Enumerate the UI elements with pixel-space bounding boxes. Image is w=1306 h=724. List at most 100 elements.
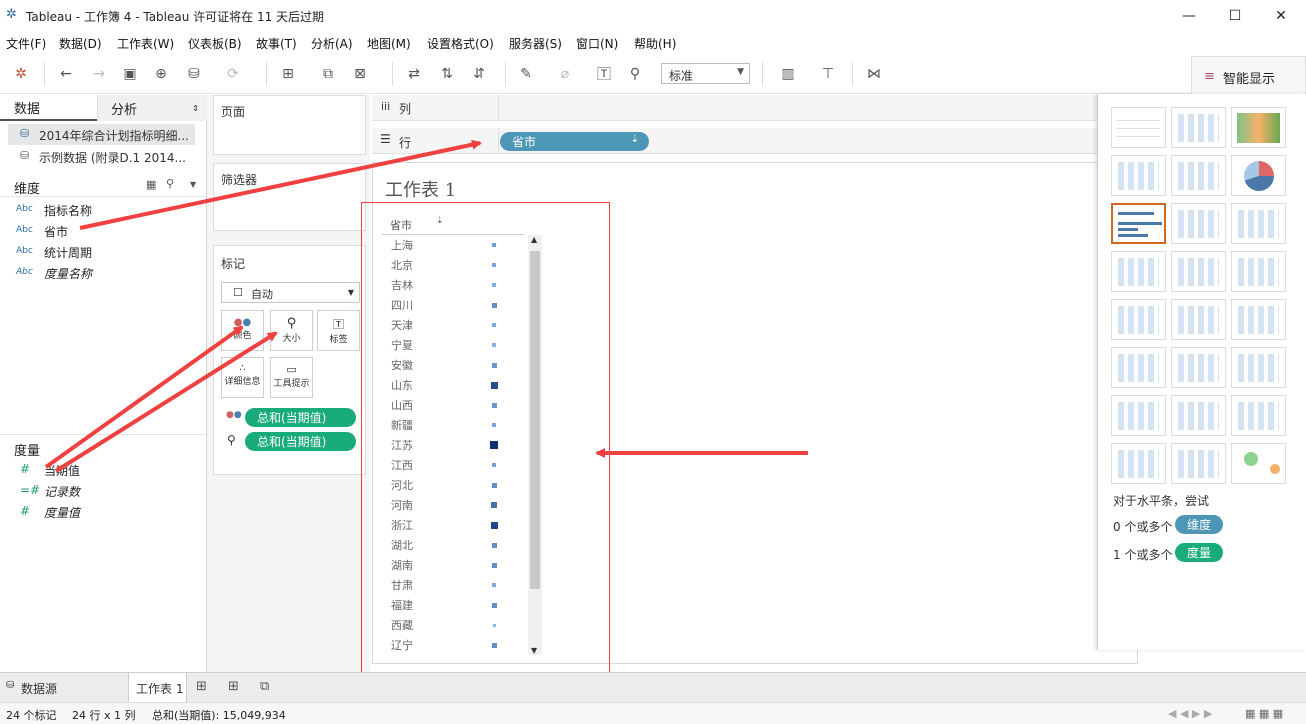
- circle-views-icon[interactable]: [1171, 251, 1226, 292]
- dual-combination-icon[interactable]: [1231, 347, 1286, 388]
- save-icon[interactable]: ▣: [120, 64, 140, 84]
- discrete-lines-icon[interactable]: [1171, 299, 1226, 340]
- toolbar: ✲ ← → ▣ ⊕ ⛁ ⟳ ⊞ ⧉ ⊠ ⇄ ⇅ ⇵ ✎ ⌀ 🅃 ⚲ 标准 ▼ ▥…: [0, 54, 1306, 95]
- menu-format[interactable]: 设置格式(O): [427, 35, 494, 52]
- size-button[interactable]: ⚲ 大小: [270, 310, 313, 351]
- measure-field[interactable]: =# 记录数: [18, 483, 198, 501]
- undo-icon[interactable]: ←: [56, 64, 76, 84]
- swap-icon[interactable]: ⇄: [404, 64, 424, 84]
- group-icon[interactable]: ⌀: [555, 64, 575, 84]
- sort-asc-icon[interactable]: ⇅: [437, 64, 457, 84]
- clear-sheet-icon[interactable]: ⊠: [350, 64, 370, 84]
- color-dots-icon: ●●: [226, 410, 242, 420]
- detail-button-label: 详细信息: [224, 377, 261, 387]
- duplicate-sheet-icon[interactable]: ⧉: [318, 64, 338, 84]
- close-button[interactable]: ✕: [1258, 0, 1304, 32]
- stacked-bars-icon[interactable]: [1171, 203, 1226, 244]
- label-icon[interactable]: 🅃: [594, 64, 614, 84]
- menu-analysis[interactable]: 分析(A): [311, 35, 353, 52]
- side-by-side-circles-icon[interactable]: [1231, 251, 1286, 292]
- measure-field[interactable]: # 当期值: [18, 462, 198, 480]
- list-view-icon[interactable]: ▦: [146, 178, 156, 191]
- bullet-graph-icon[interactable]: [1171, 443, 1226, 484]
- tab-data[interactable]: 数据: [0, 95, 97, 121]
- side-by-side-bars-icon[interactable]: [1231, 203, 1286, 244]
- menu-file[interactable]: 文件(F): [6, 35, 46, 52]
- highlight-table-icon[interactable]: [1231, 107, 1286, 148]
- show-cards-icon[interactable]: ▥: [778, 64, 798, 84]
- minimize-button[interactable]: —: [1166, 0, 1212, 32]
- pin-icon[interactable]: ⚲: [625, 64, 645, 84]
- tab-datasource[interactable]: ⛁ 数据源: [0, 673, 124, 702]
- filters-card[interactable]: 筛选器: [213, 163, 366, 231]
- menu-data[interactable]: 数据(D): [59, 35, 102, 52]
- rows-shelf[interactable]: ☰ 行 省市 ⇣: [372, 128, 1097, 154]
- row-dimension-pill[interactable]: 省市 ⇣: [500, 132, 649, 151]
- gantt-chart-icon[interactable]: [1111, 443, 1166, 484]
- label-button[interactable]: 🅃 标签: [317, 310, 360, 351]
- color-button[interactable]: ●● 颜色: [221, 310, 264, 351]
- new-datasource-icon[interactable]: ⊕: [151, 64, 171, 84]
- color-measure-pill[interactable]: 总和(当期值): [245, 408, 356, 427]
- pages-card[interactable]: 页面: [213, 95, 366, 155]
- area-discrete-icon[interactable]: [1171, 347, 1226, 388]
- dual-lines-icon[interactable]: [1231, 299, 1286, 340]
- dimension-field[interactable]: Abc 指标名称: [16, 202, 198, 220]
- marks-card-title: 标记: [221, 257, 246, 271]
- tableau-home-icon[interactable]: ✲: [11, 64, 31, 84]
- tab-analysis[interactable]: 分析 ⇕: [97, 95, 207, 121]
- refresh-icon[interactable]: ⟳: [223, 64, 243, 84]
- new-worksheet-icon[interactable]: ⊞: [196, 679, 207, 694]
- grid-view-icon[interactable]: ▦ ▦ ▦: [1245, 707, 1283, 720]
- presentation-icon[interactable]: ⊤: [818, 64, 838, 84]
- datasource-icon[interactable]: ⛁: [184, 64, 204, 84]
- filled-map-icon[interactable]: [1171, 155, 1226, 196]
- menu-server[interactable]: 服务器(S): [509, 35, 562, 52]
- field-label: 记录数: [44, 485, 81, 499]
- area-continuous-icon[interactable]: [1111, 347, 1166, 388]
- size-measure-pill[interactable]: 总和(当期值): [245, 432, 356, 451]
- fit-select[interactable]: 标准 ▼: [661, 63, 750, 84]
- horizontal-bars-icon[interactable]: [1111, 203, 1166, 244]
- menu-story[interactable]: 故事(T): [256, 35, 297, 52]
- dimension-field[interactable]: Abc 度量名称: [16, 265, 198, 283]
- packed-bubbles-icon[interactable]: [1231, 443, 1286, 484]
- menu-dashboard[interactable]: 仪表板(B): [188, 35, 242, 52]
- datasource-item[interactable]: ⛁ 示例数据 (附录D.1 2014...: [8, 146, 195, 167]
- new-dashboard-icon[interactable]: ⊞: [228, 679, 239, 694]
- dimension-field[interactable]: Abc 省市: [16, 223, 198, 241]
- nav-arrows-icon[interactable]: ◀ ◀ ▶ ▶: [1168, 707, 1212, 720]
- heat-map-icon[interactable]: [1171, 107, 1226, 148]
- maximize-button[interactable]: ☐: [1212, 0, 1258, 32]
- tab-sheet-1[interactable]: 工作表 1: [128, 673, 187, 702]
- search-icon[interactable]: ⚲: [166, 177, 174, 190]
- dimension-field[interactable]: Abc 统计周期: [16, 244, 198, 262]
- histogram-icon[interactable]: [1171, 395, 1226, 436]
- symbol-map-icon[interactable]: [1111, 155, 1166, 196]
- menu-window[interactable]: 窗口(N): [576, 35, 618, 52]
- new-story-icon[interactable]: ⧉: [260, 679, 269, 694]
- tooltip-button[interactable]: ▭ 工具提示: [270, 357, 313, 398]
- detail-button[interactable]: ∴ 详细信息: [221, 357, 264, 398]
- scatter-plot-icon[interactable]: [1111, 395, 1166, 436]
- menu-help[interactable]: 帮助(H): [634, 35, 676, 52]
- menu-chevron-icon[interactable]: ▼: [190, 180, 196, 189]
- new-sheet-icon[interactable]: ⊞: [278, 64, 298, 84]
- menu-worksheet[interactable]: 工作表(W): [117, 35, 174, 52]
- columns-shelf[interactable]: iii 列: [372, 95, 1097, 121]
- pie-chart-icon[interactable]: [1231, 155, 1286, 196]
- sort-desc-icon[interactable]: ⇵: [469, 64, 489, 84]
- measures-header: 度量: [14, 444, 41, 459]
- continuous-lines-icon[interactable]: [1111, 299, 1166, 340]
- share-icon[interactable]: ⋈: [864, 64, 884, 84]
- menu-map[interactable]: 地图(M): [367, 35, 411, 52]
- box-whisker-icon[interactable]: [1231, 395, 1286, 436]
- datasource-item[interactable]: ⛁ 2014年综合计划指标明细...: [8, 124, 195, 145]
- highlight-icon[interactable]: ✎: [516, 64, 536, 84]
- mark-type-select[interactable]: ☐ 自动 ▼: [221, 282, 360, 303]
- redo-icon[interactable]: →: [89, 64, 109, 84]
- measure-field[interactable]: # 度量值: [18, 504, 198, 522]
- treemap-icon[interactable]: [1111, 251, 1166, 292]
- smart-show-button[interactable]: ≡ 智能显示: [1191, 56, 1306, 95]
- text-table-icon[interactable]: [1111, 107, 1166, 148]
